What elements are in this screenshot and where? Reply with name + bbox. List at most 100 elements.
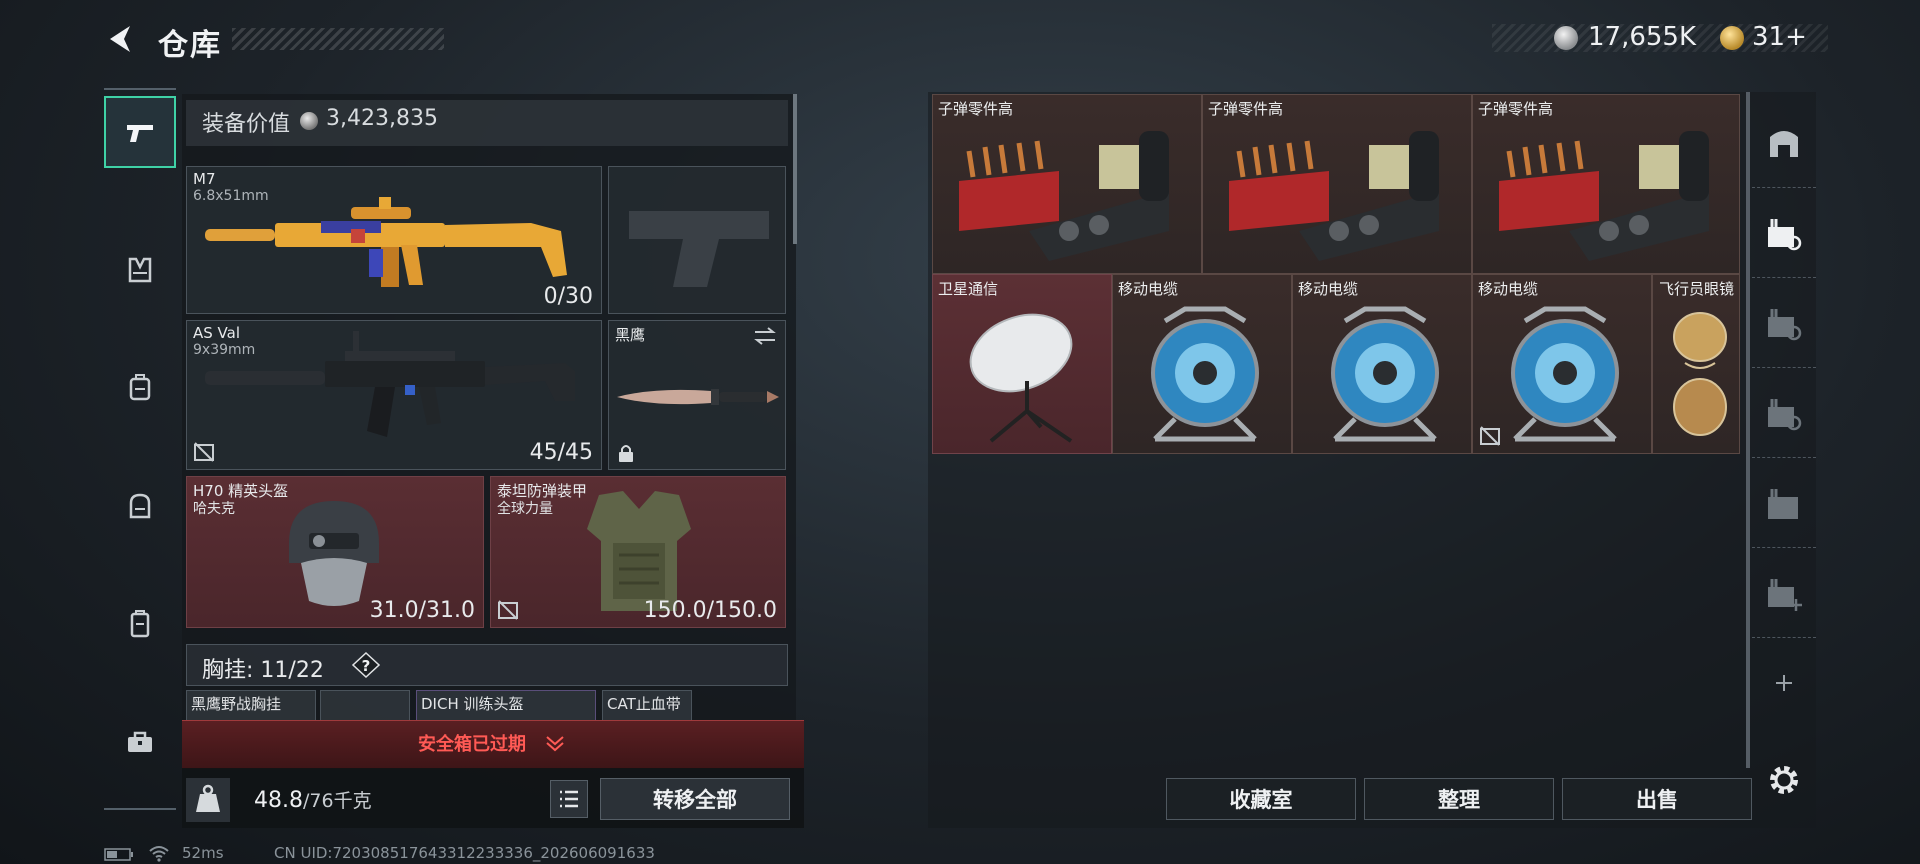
back-arrow-icon[interactable] — [104, 22, 138, 56]
pistol-icon — [127, 125, 153, 142]
title-decoration — [232, 28, 444, 50]
list-view-button[interactable] — [550, 780, 588, 818]
plus-icon — [1776, 675, 1792, 691]
storage-item[interactable]: 飞行员眼镜 — [1652, 274, 1740, 454]
collection-room-button[interactable]: 收藏室 — [1166, 778, 1356, 820]
cable-reel-image — [1151, 306, 1259, 442]
not-insured-icon — [1480, 426, 1500, 446]
lock-icon — [619, 445, 633, 462]
sell-button[interactable]: 出售 — [1562, 778, 1752, 820]
weight-current: 48.8 — [254, 788, 303, 813]
gold-balance[interactable]: 31+ — [1752, 22, 1807, 52]
helmet-brand: 哈夫克 — [193, 501, 235, 517]
chest-item[interactable]: 黑鹰野战胸挂 — [186, 690, 316, 724]
rail-item-ext-box-2[interactable] — [1752, 278, 1816, 368]
container-rail — [1752, 92, 1816, 768]
transfer-all-button[interactable]: 转移全部 — [600, 778, 790, 820]
pistol-silhouette-icon — [629, 211, 769, 287]
user-uid: CN UID:720308517643312233336_20260609163… — [274, 844, 655, 862]
rail-item-storage[interactable] — [1752, 98, 1816, 188]
storage-item[interactable]: 移动电缆 — [1472, 274, 1652, 454]
storage-scrollbar[interactable] — [1746, 92, 1750, 768]
value-coin-icon — [300, 112, 318, 130]
wifi-icon — [149, 846, 169, 862]
rig-icon — [129, 374, 151, 401]
weight-max: /76千克 — [302, 790, 372, 812]
sort-button[interactable]: 整理 — [1364, 778, 1554, 820]
weight-icon-box — [186, 778, 230, 822]
expansion-box-icon — [1768, 218, 1802, 250]
storage-item[interactable]: 移动电缆 — [1292, 274, 1472, 454]
expansion-box-icon — [1768, 398, 1802, 430]
rifle-image — [205, 331, 575, 437]
satellite-dish-image — [969, 313, 1073, 443]
help-icon[interactable]: ? — [352, 652, 380, 678]
vest-icon — [128, 257, 152, 283]
rail-item-weapon[interactable] — [104, 96, 176, 168]
expansion-box-icon — [1768, 488, 1798, 519]
rail-item-toolbox[interactable] — [104, 706, 176, 778]
ping-readout: 52ms — [182, 844, 224, 862]
add-container-button[interactable] — [1752, 638, 1816, 728]
weapon-ammo: 0/30 — [543, 284, 593, 309]
cable-reel-image — [1511, 306, 1619, 442]
category-rail — [104, 88, 176, 810]
melee-name: 黑鹰 — [615, 326, 646, 344]
storage-item[interactable]: 子弹零件高 — [1202, 94, 1472, 274]
swap-icon[interactable] — [753, 327, 777, 345]
secondary-weapon-slot[interactable]: AS Val 9x39mm 45/45 — [186, 320, 602, 470]
equipment-scrollbar[interactable] — [793, 94, 797, 244]
chest-rig-label: 胸挂: 11/22 — [202, 658, 324, 683]
rail-item-bag[interactable] — [104, 470, 176, 542]
add-box-icon — [1768, 578, 1802, 611]
weapon-ammo: 45/45 — [529, 440, 593, 465]
rail-item-ext-box-4[interactable] — [1752, 458, 1816, 548]
chest-item[interactable] — [320, 690, 410, 724]
rail-item-ext-box-1[interactable] — [1752, 188, 1816, 278]
helmet-image — [289, 501, 379, 606]
equipment-value: 3,423,835 — [326, 106, 438, 131]
ammo-parts-image — [959, 131, 1169, 261]
ammo-parts-image — [1229, 131, 1439, 261]
expansion-box-icon — [1768, 308, 1802, 340]
not-insured-icon — [498, 600, 518, 620]
safe-case-icon — [130, 610, 150, 638]
helmet-slot[interactable]: H70 精英头盔 哈夫克 31.0/31.0 — [186, 476, 484, 628]
silver-balance: 17,655K — [1588, 22, 1697, 52]
page-title: 仓库 — [158, 28, 222, 63]
rail-item-ext-box-add[interactable] — [1752, 548, 1816, 638]
aviator-glasses-image — [1673, 312, 1727, 436]
backpack-icon — [129, 493, 151, 519]
rail-item-case[interactable] — [104, 588, 176, 660]
warning-text: 安全箱已过期 — [418, 734, 526, 755]
list-icon — [560, 790, 578, 808]
battery-icon — [104, 848, 133, 861]
melee-slot[interactable]: 黑鹰 — [608, 320, 786, 470]
helmet-durability: 31.0/31.0 — [369, 598, 475, 623]
rail-item-ext-box-3[interactable] — [1752, 368, 1816, 458]
armor-brand: 全球力量 — [497, 501, 553, 517]
storage-room-icon — [1770, 130, 1798, 157]
rail-item-backpack[interactable] — [104, 352, 176, 424]
chest-rig-capacity: 11/22 — [260, 658, 324, 683]
equipment-value-label: 装备价值 — [202, 112, 291, 137]
storage-item[interactable]: 卫星通信 — [932, 274, 1112, 454]
storage-item[interactable]: 子弹零件高 — [932, 94, 1202, 274]
rail-item-vest[interactable] — [104, 234, 176, 306]
svg-text:?: ? — [362, 657, 371, 675]
armor-slot[interactable]: 泰坦防弹装甲 全球力量 150.0/150.0 — [490, 476, 786, 628]
weight-readout: 48.8/76千克 — [254, 786, 372, 813]
chest-item[interactable]: CAT止血带 — [602, 690, 692, 724]
rifle-image — [205, 197, 567, 287]
cable-reel-image — [1331, 306, 1439, 442]
chevron-down-icon[interactable] — [544, 734, 566, 752]
ammo-parts-image — [1499, 131, 1709, 261]
pistol-slot[interactable] — [608, 166, 786, 314]
primary-weapon-slot[interactable]: M7 6.8x51mm 0/30 — [186, 166, 602, 314]
gear-icon[interactable] — [1766, 762, 1802, 798]
gold-coin-icon — [1720, 26, 1744, 50]
weight-icon — [196, 784, 220, 812]
storage-item[interactable]: 移动电缆 — [1112, 274, 1292, 454]
chest-item[interactable]: DICH 训练头盔 — [416, 690, 596, 724]
storage-item[interactable]: 子弹零件高 — [1472, 94, 1740, 274]
